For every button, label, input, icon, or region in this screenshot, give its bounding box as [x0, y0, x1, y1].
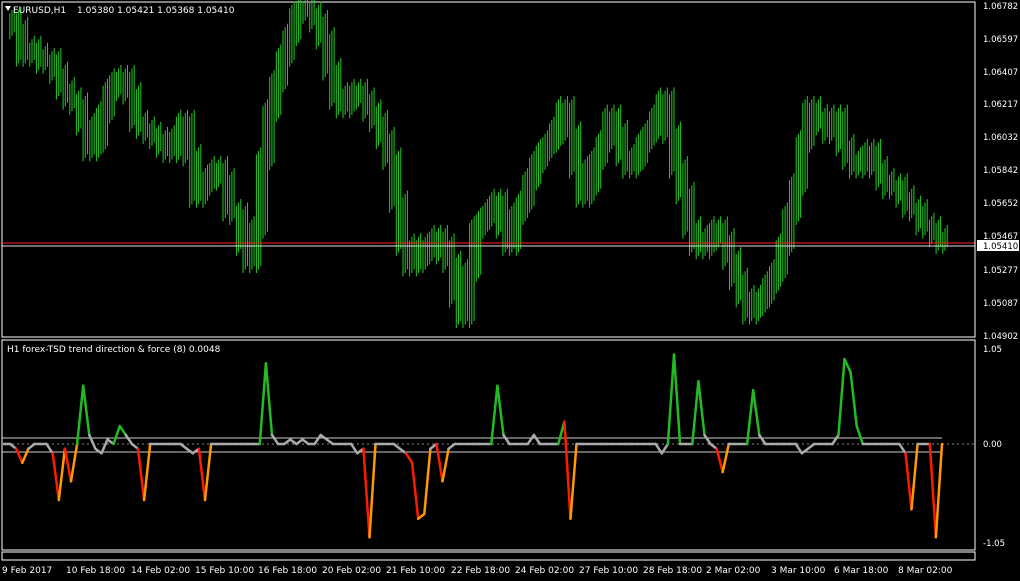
price-tick-label: 1.06407: [983, 68, 1018, 78]
indicator-label: H1 forex-TSD trend direction & force (8)…: [7, 345, 221, 355]
chart-header: EURUSD,H1 1.05380 1.05421 1.05368 1.0541…: [5, 6, 235, 16]
chart-background: [0, 0, 1020, 581]
time-tick-label: 8 Mar 02:00: [898, 566, 953, 576]
current-price-label: 1.05410: [983, 242, 1018, 252]
time-tick-label: 2 Mar 02:00: [706, 566, 761, 576]
price-tick-label: 1.05277: [983, 266, 1018, 276]
price-tick-label: 1.04902: [983, 332, 1018, 342]
time-tick-label: 27 Feb 10:00: [579, 566, 638, 576]
time-ticks: 9 Feb 2017 10 Feb 18:00 14 Feb 02:00 15 …: [2, 566, 953, 576]
price-tick-label: 1.06217: [983, 100, 1018, 110]
time-tick-label: 20 Feb 02:00: [322, 566, 381, 576]
time-tick-label: 3 Mar 10:00: [771, 566, 826, 576]
price-tick-label: 1.05087: [983, 299, 1018, 309]
time-tick-label: 10 Feb 18:00: [66, 566, 125, 576]
time-tick-label: 24 Feb 02:00: [515, 566, 574, 576]
price-tick-label: 1.05652: [983, 199, 1018, 209]
time-tick-label: 28 Feb 18:00: [643, 566, 702, 576]
indicator-level-label: 0.00: [983, 440, 1002, 450]
price-tick-label: 1.05842: [983, 166, 1018, 176]
time-tick-label: 22 Feb 18:00: [451, 566, 510, 576]
time-tick-label: 9 Feb 2017: [2, 566, 52, 576]
price-tick-label: 1.06597: [983, 35, 1018, 45]
indicator-level-label: -1.05: [983, 539, 1005, 549]
time-tick-label: 6 Mar 18:00: [834, 566, 889, 576]
current-price-box: 1.05410: [977, 240, 1019, 252]
time-tick-label: 14 Feb 02:00: [131, 566, 190, 576]
price-tick-label: 1.06782: [983, 2, 1018, 12]
price-tick-label: 1.06032: [983, 133, 1018, 143]
mt4-chart-window[interactable]: EURUSD,H1 1.05380 1.05421 1.05368 1.0541…: [0, 0, 1020, 581]
indicator-level-label: 1.05: [983, 345, 1002, 355]
time-tick-label: 15 Feb 10:00: [195, 566, 254, 576]
time-tick-label: 16 Feb 18:00: [258, 566, 317, 576]
symbol-label: EURUSD,H1: [13, 6, 66, 16]
time-tick-label: 21 Feb 10:00: [386, 566, 445, 576]
ohlc-label: 1.05380 1.05421 1.05368 1.05410: [77, 6, 235, 16]
